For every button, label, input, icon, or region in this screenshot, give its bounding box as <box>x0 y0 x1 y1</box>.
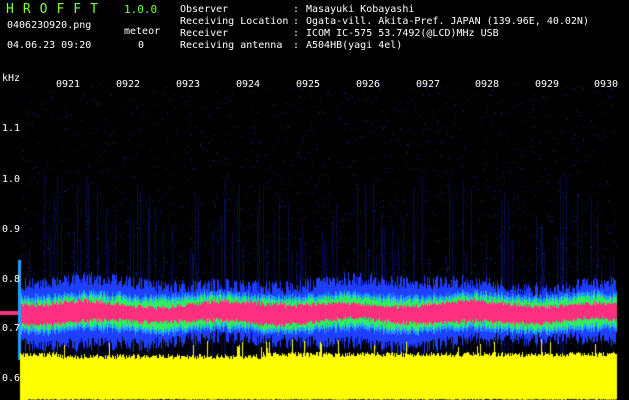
time-label-0922: 0922 <box>116 79 141 90</box>
freq-label-0-6: 0.6 <box>2 373 21 384</box>
antenna-value: A504HB(yagi 4el) <box>306 40 403 51</box>
meteor-count: 0 <box>138 40 145 51</box>
receiver-value: ICOM IC-575 53.7492(@LCD)MHz USB <box>306 28 499 39</box>
app-title: HROFFT <box>6 2 107 17</box>
time-label-0926: 0926 <box>356 79 381 90</box>
freq-label-0-9: 0.9 <box>2 224 21 235</box>
observer-colon: : <box>293 4 300 15</box>
time-label-0923: 0923 <box>176 79 201 90</box>
time-label-0929: 0929 <box>535 79 560 90</box>
app-version: 1.0.0 <box>124 3 158 16</box>
receiver-colon: : <box>293 28 300 39</box>
location-key: Receiving Location <box>180 16 289 27</box>
time-label-0927: 0927 <box>416 79 441 90</box>
freq-label-1-1: 1.1 <box>2 123 21 134</box>
antenna-key: Receiving antenna <box>180 40 283 51</box>
freq-label-1-0: 1.0 <box>2 174 21 185</box>
file-name: 040623O920.png <box>7 20 92 31</box>
time-label-0921: 0921 <box>56 79 81 90</box>
observer-value: Masayuki Kobayashi <box>306 4 415 15</box>
time-label-0925: 0925 <box>296 79 321 90</box>
freq-label-0-8: 0.8 <box>2 274 21 285</box>
location-value: Ogata-vill. Akita-Pref. JAPAN (139.96E, … <box>306 16 589 27</box>
time-label-0928: 0928 <box>475 79 500 90</box>
time-label-0930: 0930 <box>594 79 619 90</box>
location-colon: : <box>293 16 300 27</box>
receiver-key: Receiver <box>180 28 229 39</box>
date-time: 04.06.23 09:20 <box>7 40 92 51</box>
meteor-label: meteor <box>124 26 161 37</box>
spectrogram-canvas <box>0 0 629 400</box>
antenna-colon: : <box>293 40 300 51</box>
freq-label-0-7: 0.7 <box>2 323 21 334</box>
frequency-unit-label: kHz <box>2 73 21 84</box>
time-label-0924: 0924 <box>236 79 261 90</box>
observer-key: Observer <box>180 4 229 15</box>
